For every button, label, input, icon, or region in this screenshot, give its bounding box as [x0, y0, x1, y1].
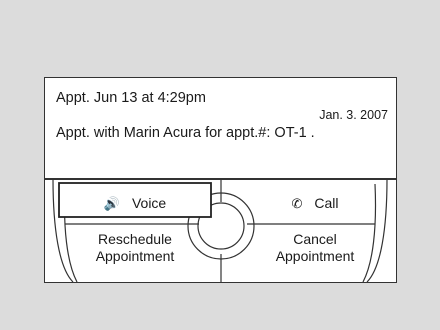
voice-label: Voice — [131, 194, 167, 211]
reschedule-appointment-button[interactable]: Reschedule Appointment — [65, 228, 205, 268]
message-panel: Appt. Jun 13 at 4:29pm Jan. 3. 2007 Appt… — [45, 78, 396, 178]
cancel-line2: Appointment — [275, 248, 355, 264]
speaker-icon: 🔊 — [103, 195, 120, 211]
cancel-line1: Cancel — [293, 231, 337, 247]
reschedule-line2: Appointment — [95, 248, 175, 264]
call-button[interactable]: ✆ Call — [245, 189, 385, 217]
phone-handset-icon: ✆ — [291, 195, 303, 211]
appointment-title: Appt. Jun 13 at 4:29pm — [56, 90, 206, 106]
appointment-description: Appt. with Marin Acura for appt.#: OT-1 … — [56, 125, 315, 141]
reschedule-line1: Reschedule — [98, 231, 172, 247]
appointment-date: Jan. 3. 2007 — [319, 108, 388, 122]
call-label: Call — [314, 194, 339, 211]
voice-button[interactable]: 🔊 Voice — [65, 189, 205, 217]
center-select-knob[interactable] — [195, 200, 247, 252]
cancel-appointment-button[interactable]: Cancel Appointment — [245, 228, 385, 268]
display-screen: Appt. Jun 13 at 4:29pm Jan. 3. 2007 Appt… — [44, 77, 397, 283]
